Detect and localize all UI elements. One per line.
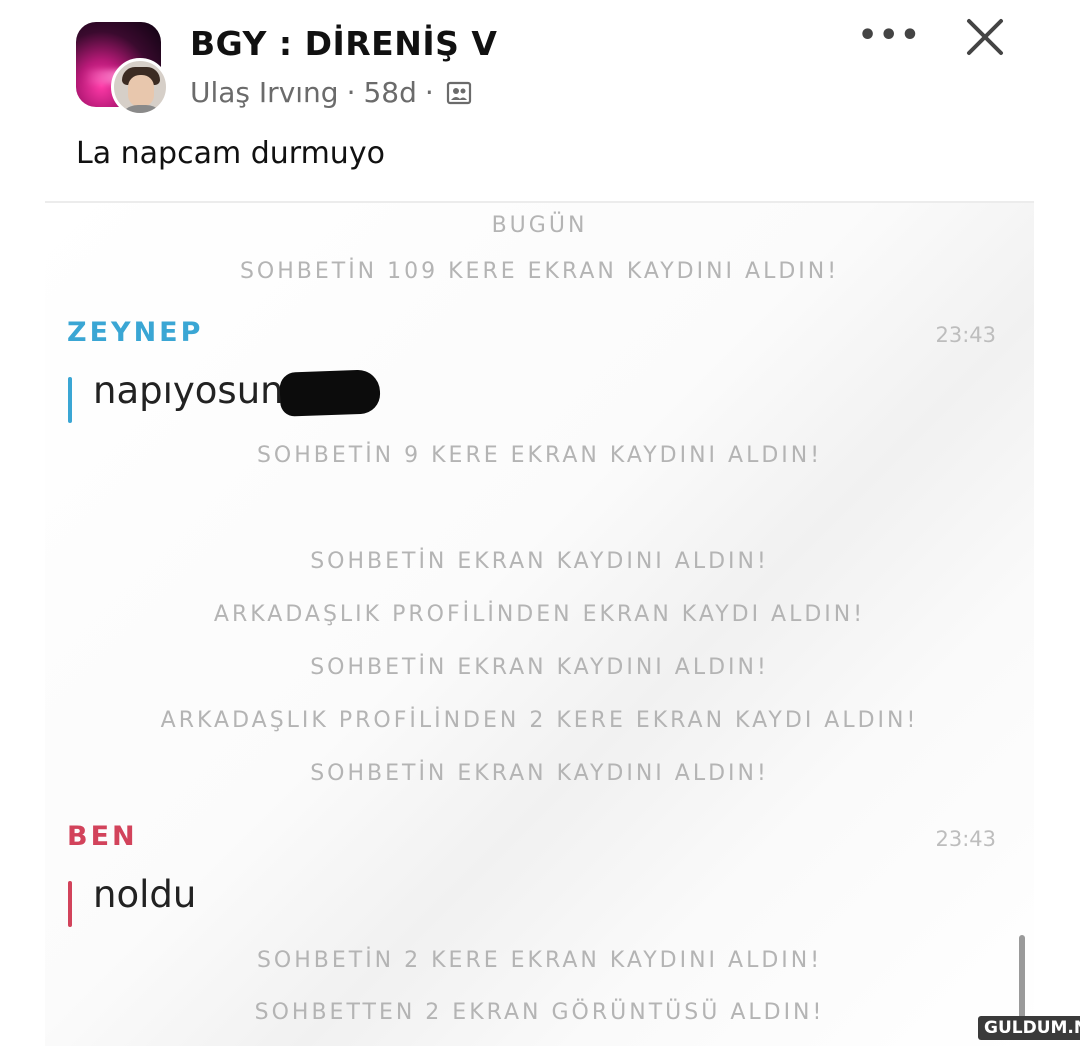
redaction-scribble bbox=[278, 368, 381, 417]
system-notice: SOHBETİN 109 KERE EKRAN KAYDINI ALDIN! bbox=[239, 259, 840, 284]
group-name[interactable]: BGY : DİRENİŞ V bbox=[190, 24, 497, 63]
message-text: noldu bbox=[93, 873, 197, 916]
post-caption: La napcam durmuyo bbox=[76, 136, 385, 171]
message-indicator-bar bbox=[68, 881, 72, 927]
meta-separator: · bbox=[424, 76, 434, 109]
message-text: napıyosun bbox=[93, 368, 381, 417]
watermark-logo: GULDUM.NET bbox=[978, 1016, 1080, 1040]
post-meta: Ulaş Irvıng · 58d · bbox=[190, 76, 472, 109]
message-time: 23:43 bbox=[935, 827, 996, 851]
message-text-content: napıyosun bbox=[93, 369, 284, 412]
system-notice: SOHBETİN 9 KERE EKRAN KAYDINI ALDIN! bbox=[256, 443, 823, 468]
system-notice: SOHBETİN 2 KERE EKRAN KAYDINI ALDIN! bbox=[256, 948, 823, 973]
close-icon[interactable] bbox=[960, 12, 1010, 62]
message-time: 23:43 bbox=[935, 323, 996, 347]
system-notice: ARKADAŞLIK PROFİLİNDEN EKRAN KAYDI ALDIN… bbox=[213, 602, 866, 627]
author-avatar[interactable] bbox=[111, 58, 169, 116]
system-notice: SOHBETİN EKRAN KAYDINI ALDIN! bbox=[310, 655, 769, 680]
system-notice: SOHBETİN EKRAN KAYDINI ALDIN! bbox=[310, 549, 769, 574]
date-label: BUGÜN bbox=[491, 213, 588, 238]
sender-name-ben: BEN bbox=[67, 821, 138, 852]
scrollbar[interactable] bbox=[1019, 935, 1025, 1027]
avatar-face bbox=[128, 75, 154, 107]
system-notice: SOHBETİN EKRAN KAYDINI ALDIN! bbox=[310, 761, 769, 786]
author-name[interactable]: Ulaş Irvıng bbox=[190, 76, 339, 109]
group-members-icon bbox=[446, 81, 471, 104]
sender-name-zeynep: ZEYNEP bbox=[67, 317, 204, 348]
meta-separator: · bbox=[346, 76, 356, 109]
more-options-icon[interactable]: ••• bbox=[858, 18, 922, 53]
avatar-shirt bbox=[118, 105, 166, 113]
system-notice: SOHBETTEN 2 EKRAN GÖRÜNTÜSÜ ALDIN! bbox=[254, 1000, 825, 1025]
post-age[interactable]: 58d bbox=[363, 76, 416, 109]
message-indicator-bar bbox=[68, 377, 72, 423]
system-notice: ARKADAŞLIK PROFİLİNDEN 2 KERE EKRAN KAYD… bbox=[160, 708, 919, 733]
chat-screenshot-image[interactable]: BUGÜN SOHBETİN 109 KERE EKRAN KAYDINI AL… bbox=[45, 201, 1034, 1046]
